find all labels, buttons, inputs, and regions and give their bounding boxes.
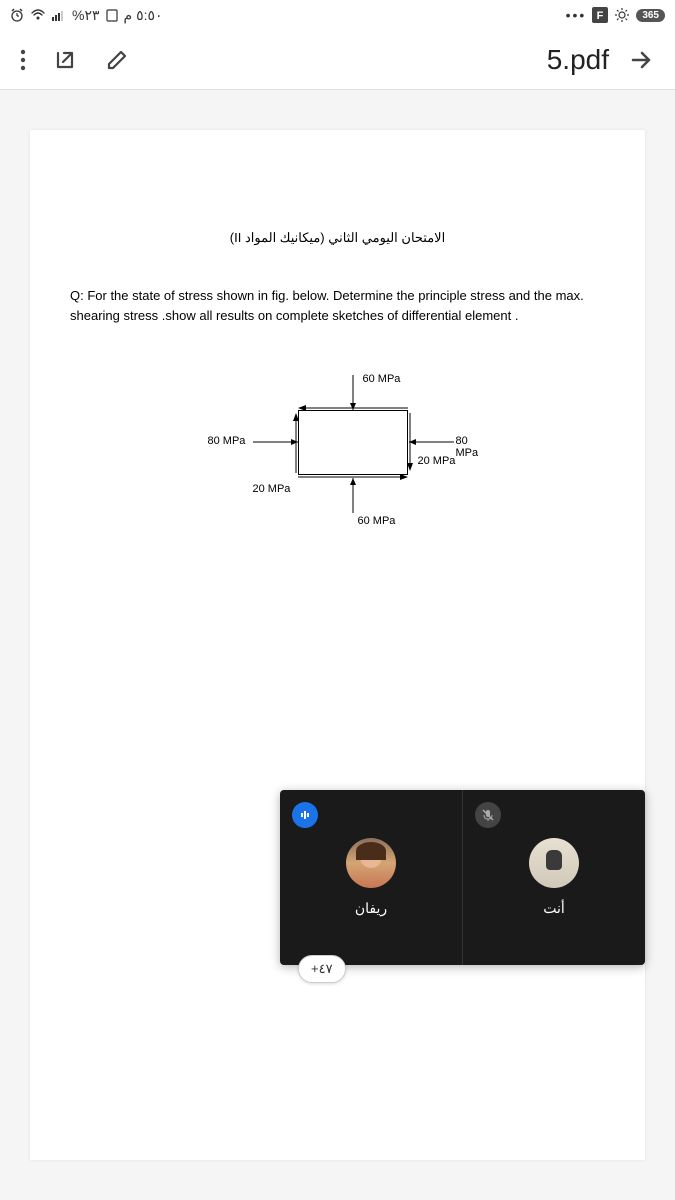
status-time: ٥:٥٠ م [124,7,163,24]
signal-icon [52,9,66,21]
label-bottom: 60 MPa [358,515,396,527]
label-right: 80 MPa [456,435,479,459]
participant-name: أنت [543,900,565,917]
avatar [346,838,396,888]
status-left: ٥:٥٠ م ٢٣% [10,7,163,24]
edit-pencil-icon[interactable] [104,47,130,73]
alarm-icon [10,8,24,22]
label-left: 80 MPa [208,435,246,447]
document-area[interactable]: الامتحان اليومي الثاني (ميكانيك المواد I… [0,90,675,1200]
mic-active-icon [292,802,318,828]
label-shear-left: 20 MPa [253,483,291,495]
brightness-icon [614,7,630,23]
back-arrow-icon[interactable] [627,46,655,74]
stress-element-box [298,410,408,475]
label-shear-right: 20 MPa [418,455,456,467]
status-bar: ٥:٥٠ م ٢٣% ••• F 365 [0,0,675,30]
arrow-shear-left [291,413,301,473]
svg-text:F: F [597,10,604,22]
open-external-icon[interactable] [52,47,78,73]
stress-diagram: 60 MPa 60 MPa 80 MPa 80 MPa 20 MPa [198,355,478,555]
more-dots-icon: ••• [566,7,587,23]
more-participants-badge[interactable]: ٤٧+ [298,955,346,983]
meeting-overlay[interactable]: ريفان ٤٧+ أنت [280,790,645,965]
avatar [529,838,579,888]
menu-more-icon[interactable] [20,48,26,72]
question-text: Q: For the state of stress shown in fig.… [60,286,615,325]
arrow-shear-right [405,413,415,473]
meeting-participant-1[interactable]: ريفان ٤٧+ [280,790,463,965]
mic-muted-icon [475,802,501,828]
app-icon-f: F [592,7,608,23]
badge-365: 365 [636,9,665,22]
arrow-shear-bottom [298,472,408,482]
sim-icon [106,8,118,22]
wifi-icon [30,9,46,21]
participant-name: ريفان [355,900,387,917]
app-header: 5.pdf [0,30,675,90]
arrow-shear-top [298,403,408,413]
status-right: ••• F 365 [566,7,665,23]
label-top: 60 MPa [363,373,401,385]
exam-title: الامتحان اليومي الثاني (ميكانيك المواد I… [60,230,615,246]
meeting-participant-2[interactable]: أنت [463,790,645,965]
pdf-page: الامتحان اليومي الثاني (ميكانيك المواد I… [30,130,645,1160]
file-title: 5.pdf [547,44,609,76]
battery-percent: ٢٣% [72,7,100,24]
